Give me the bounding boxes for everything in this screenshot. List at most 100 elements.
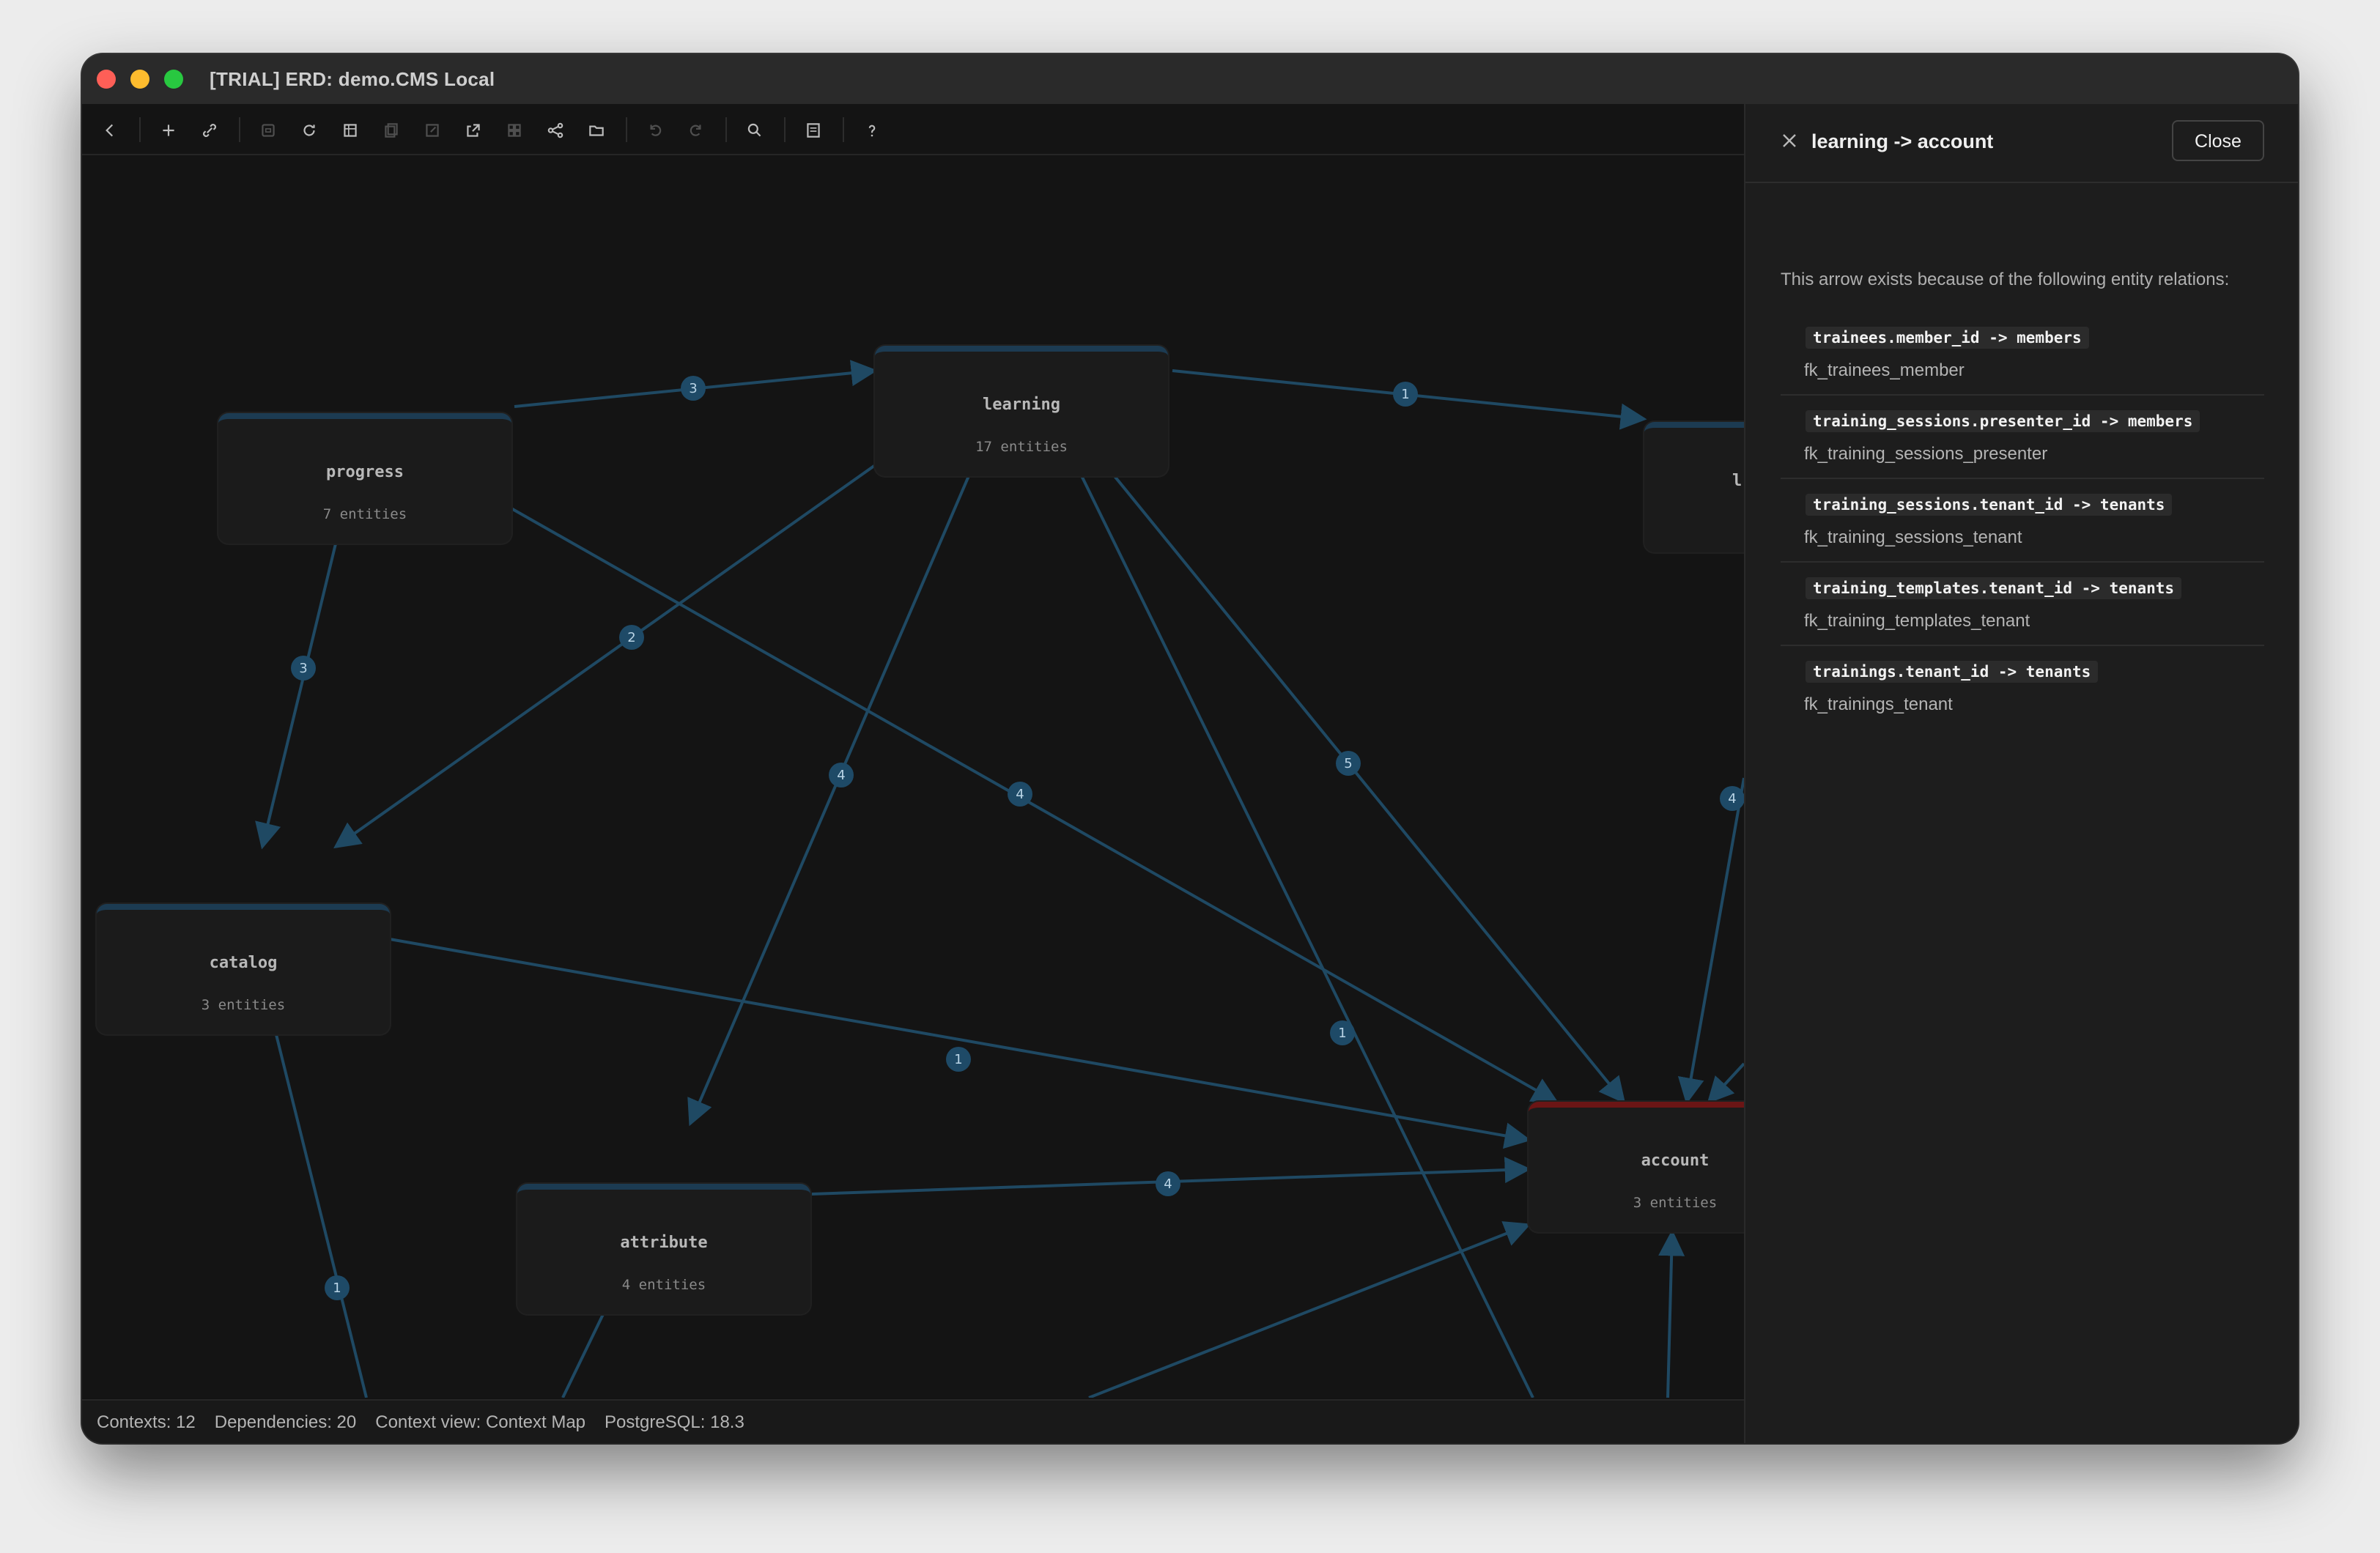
edge-bottom2-account[interactable] [1088, 1221, 1531, 1398]
status-dependencies: Dependencies: 20 [214, 1412, 357, 1432]
edge-badge[interactable]: 1 [1330, 1020, 1355, 1045]
note-icon [807, 123, 820, 138]
relation-item: training_sessions.tenant_id -> tenants f… [1781, 479, 2264, 563]
edge-bottom3-account[interactable] [1658, 1229, 1685, 1398]
svg-text:3: 3 [689, 381, 697, 396]
title-bar: [TRIAL] ERD: demo.CMS Local [82, 54, 2298, 104]
app-window: [TRIAL] ERD: demo.CMS Local 3 1 3 2 4 4 … [82, 54, 2298, 1443]
edge-bottom-catalog[interactable] [255, 976, 368, 1398]
back-icon [106, 124, 114, 137]
svg-text:4: 4 [1728, 791, 1736, 807]
edge-badge[interactable]: 4 [829, 763, 854, 787]
window-title: [TRIAL] ERD: demo.CMS Local [210, 67, 495, 90]
edge-badge[interactable]: 4 [1008, 782, 1032, 807]
relation-constraint-name: fk_training_sessions_tenant [1804, 527, 2022, 547]
edge-badge[interactable]: 4 [1156, 1171, 1180, 1196]
relation-item: training_templates.tenant_id -> tenants … [1781, 563, 2264, 646]
note-button[interactable] [797, 114, 829, 147]
refresh-button[interactable] [293, 114, 325, 147]
relation-code: training_templates.tenant_id -> tenants [1806, 577, 2182, 599]
edge-badge[interactable]: 1 [946, 1047, 971, 1072]
relation-code: training_sessions.presenter_id -> member… [1806, 410, 2200, 432]
copy-icon [385, 123, 398, 138]
save-icon [262, 124, 275, 137]
help-button[interactable] [856, 114, 888, 147]
svg-text:3: 3 [299, 661, 307, 676]
edge-badge[interactable]: 3 [291, 656, 316, 681]
node-count: 7 entities [322, 506, 407, 522]
svg-text:1: 1 [954, 1052, 962, 1067]
edge-badge[interactable]: 1 [325, 1275, 350, 1300]
search-icon [747, 123, 761, 137]
export-button[interactable] [457, 114, 489, 147]
panel-title: learning -> account [1811, 130, 1994, 152]
edit-icon [426, 124, 439, 137]
svg-text:5: 5 [1344, 756, 1352, 771]
minimize-window-button[interactable] [130, 70, 149, 89]
folder-icon [589, 125, 604, 136]
relation-constraint-name: fk_training_templates_tenant [1804, 611, 2030, 631]
back-button[interactable] [94, 114, 126, 147]
save-button[interactable] [252, 114, 284, 147]
node-name: progress [326, 463, 404, 481]
link-button[interactable] [193, 114, 226, 147]
node-name: catalog [209, 954, 278, 972]
search-button[interactable] [739, 114, 771, 147]
folder-button[interactable] [580, 114, 613, 147]
relation-constraint-name: fk_trainings_tenant [1804, 694, 1953, 714]
context-node-catalog[interactable]: catalog 3 entities [97, 904, 390, 1034]
relation-details-panel: learning -> account Close This arrow exi… [1744, 104, 2298, 1443]
context-node-attribute[interactable]: attribute 4 entities [517, 1184, 810, 1314]
edge-right-account[interactable] [1677, 777, 1744, 1105]
edge-badge[interactable]: 5 [1336, 751, 1361, 776]
layout-button[interactable] [334, 114, 366, 147]
relation-item: training_sessions.presenter_id -> member… [1781, 396, 2264, 479]
status-postgres-version: PostgreSQL: 18.3 [605, 1412, 744, 1432]
svg-text:4: 4 [837, 768, 845, 783]
node-name: attribute [620, 1234, 708, 1252]
context-node-progress[interactable]: progress 7 entities [218, 413, 511, 544]
relation-code: training_sessions.tenant_id -> tenants [1806, 494, 2173, 516]
svg-text:4: 4 [1016, 787, 1024, 802]
export-icon [467, 124, 480, 137]
share-icon [547, 122, 563, 138]
context-node-partial[interactable]: l [1644, 422, 1744, 552]
svg-text:1: 1 [1338, 1026, 1346, 1041]
relation-constraint-name: fk_trainees_member [1804, 360, 1965, 380]
node-name: learning [983, 396, 1060, 414]
context-node-learning[interactable]: learning 17 entities [875, 346, 1168, 476]
link-icon [203, 124, 216, 137]
node-count: 4 entities [621, 1277, 706, 1293]
share-button[interactable] [539, 114, 572, 147]
help-icon [868, 125, 876, 137]
edge-badge[interactable]: 4 [1720, 786, 1744, 811]
add-button[interactable] [152, 114, 185, 147]
close-button[interactable]: Close [2172, 120, 2264, 161]
close-window-button[interactable] [97, 70, 116, 89]
layout-icon [344, 124, 357, 137]
node-count: 3 entities [201, 997, 286, 1013]
maximize-window-button[interactable] [164, 70, 183, 89]
grid-button[interactable] [498, 114, 531, 147]
svg-text:4: 4 [1164, 1176, 1172, 1192]
relation-item: trainees.member_id -> members fk_trainee… [1781, 312, 2264, 396]
edge-badge[interactable]: 1 [1393, 382, 1418, 407]
context-node-account[interactable]: account 3 entities [1529, 1102, 1744, 1232]
edge-badge[interactable]: 3 [681, 376, 706, 401]
edge-badge[interactable]: 2 [619, 625, 644, 650]
relation-item: trainings.tenant_id -> tenants fk_traini… [1781, 646, 2264, 728]
redo-icon [690, 125, 701, 136]
undo-button[interactable] [639, 114, 671, 147]
svg-text:1: 1 [1401, 387, 1409, 402]
redo-button[interactable] [680, 114, 712, 147]
edge-right2-account[interactable] [1707, 1062, 1744, 1104]
close-icon[interactable] [1781, 132, 1798, 149]
panel-header: learning -> account Close [1745, 104, 2298, 183]
edit-button[interactable] [416, 114, 448, 147]
toolbar [82, 104, 1744, 155]
grid-icon [508, 124, 521, 137]
svg-text:2: 2 [627, 630, 635, 645]
copy-button[interactable] [375, 114, 407, 147]
diagram-canvas[interactable]: 3 1 3 2 4 4 5 4 1 1 4 1 progress 7 entit… [82, 155, 1744, 1398]
node-name: l [1732, 472, 1742, 490]
